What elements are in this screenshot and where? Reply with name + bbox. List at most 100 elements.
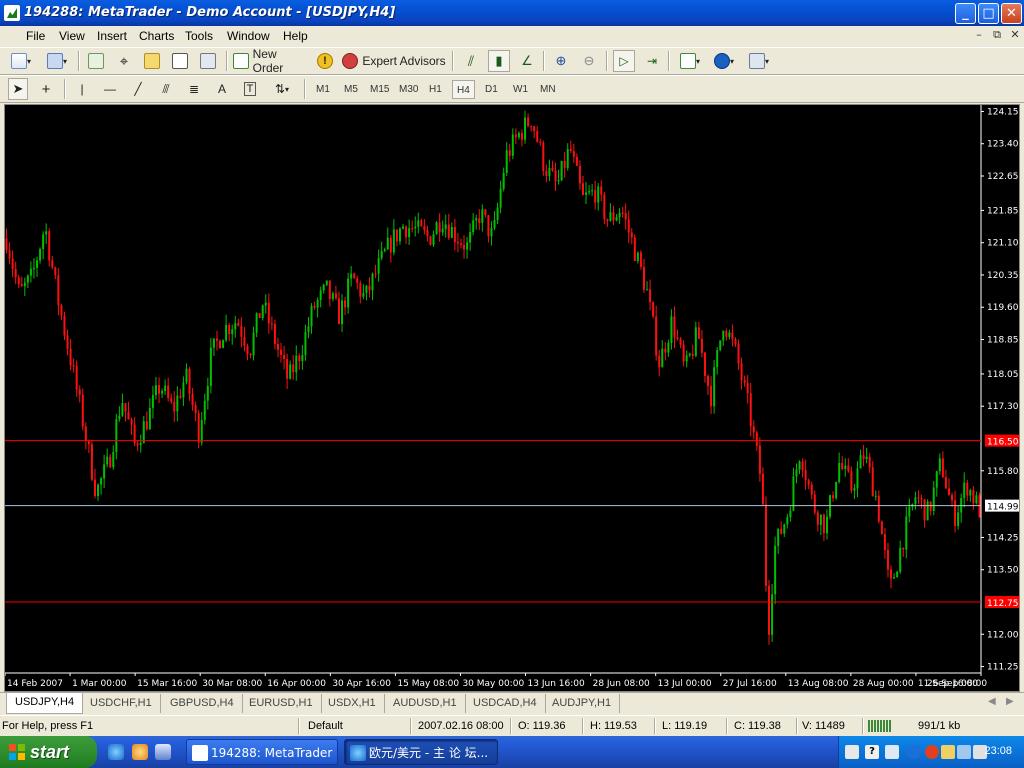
tab-eurusd-h1[interactable]: EURUSD,H1 (241, 694, 322, 713)
equidistant-channel-button[interactable]: ⫻ (156, 78, 176, 100)
bull-candle (490, 227, 493, 237)
menu-charts[interactable]: Charts (135, 28, 178, 44)
bull-candle (252, 332, 255, 356)
minimize-button[interactable]: _ (955, 3, 976, 24)
start-button[interactable]: start (0, 736, 97, 768)
bull-candle (42, 234, 45, 250)
tab-usdx-h1[interactable]: USDX,H1 (320, 694, 385, 713)
new-chart-button[interactable]: ▾ (6, 50, 36, 72)
expert-advisors-button[interactable]: Expert Advisors (342, 50, 446, 72)
timeframe-h1[interactable]: H1 (425, 80, 446, 99)
expand-tray-icon[interactable] (907, 745, 921, 759)
desktop-quicklaunch-icon[interactable] (155, 744, 171, 760)
zoom-in-button[interactable]: ⊕ (550, 50, 572, 72)
bar-chart-button[interactable]: ⫽ (460, 50, 482, 72)
candlestick-button[interactable]: ▮ (488, 50, 510, 72)
volume-tray-icon[interactable] (957, 745, 971, 759)
periods-button[interactable]: ▾ (710, 50, 738, 72)
menu-file[interactable]: File (22, 28, 49, 44)
messenger-tray-icon[interactable] (941, 745, 955, 759)
arrows-button[interactable]: ⇅ ▾ (268, 78, 296, 100)
bear-candle (124, 403, 127, 412)
crosshair-tool-button[interactable]: + (36, 78, 56, 100)
timeframe-m30[interactable]: M30 (395, 80, 422, 99)
qq-tray-icon[interactable] (925, 745, 939, 759)
maximize-button[interactable]: □ (978, 3, 999, 24)
chart-canvas[interactable]: 116.50 112.75 114.99 124.15 123.40 122.65 121.… (5, 105, 1021, 693)
cursor-tool-button[interactable]: ➤ (8, 78, 28, 100)
timeframe-w1[interactable]: W1 (509, 80, 532, 99)
menu-window[interactable]: Window (223, 28, 274, 44)
text-tool-button[interactable]: A (212, 78, 232, 100)
tab-usdjpy-h4[interactable]: USDJPY,H4 (6, 693, 84, 714)
bear-candle (691, 353, 694, 356)
timeframe-m5[interactable]: M5 (340, 80, 362, 99)
bear-candle (652, 302, 655, 317)
bull-candle (798, 461, 801, 470)
tab-audusd-h1[interactable]: AUDUSD,H1 (385, 694, 466, 713)
keyboard-tray-icon[interactable] (845, 745, 859, 759)
menu-view[interactable]: View (55, 28, 89, 44)
profiles-button[interactable]: ▾ (42, 50, 72, 72)
tab-scroll-right-icon[interactable]: ▶ (1006, 696, 1014, 707)
bull-candle (301, 354, 304, 362)
bear-candle (145, 421, 148, 430)
bear-candle (188, 368, 191, 394)
bear-candle (273, 323, 276, 344)
tab-audjpy-h1[interactable]: AUDJPY,H1 (544, 694, 621, 713)
zoom-in-icon: ⊕ (555, 53, 567, 68)
bull-candle (908, 506, 911, 517)
close-button[interactable]: ✕ (1001, 3, 1022, 24)
mdi-restore-button[interactable]: ⧉ (990, 28, 1004, 42)
mdi-close-button[interactable]: ✕ (1008, 28, 1022, 42)
tab-usdchf-h1[interactable]: USDCHF,H1 (82, 694, 161, 713)
data-window-button[interactable]: ⌖ (114, 50, 134, 72)
strategy-tester-button[interactable] (198, 50, 218, 72)
timeframe-mn[interactable]: MN (536, 80, 560, 99)
menu-tools[interactable]: Tools (181, 28, 217, 44)
horizontal-line-button[interactable]: — (100, 78, 120, 100)
bear-candle (334, 293, 337, 299)
navigator-button[interactable] (142, 50, 162, 72)
terminal-button[interactable] (170, 50, 190, 72)
bull-candle (591, 190, 594, 192)
timeframe-h4[interactable]: H4 (452, 80, 475, 99)
mdi-minimize-button[interactable]: – (972, 28, 986, 42)
menu-help[interactable]: Help (279, 28, 312, 44)
task-metatrader[interactable]: 194288: MetaTrader ... (186, 739, 338, 765)
status-separator (726, 718, 728, 734)
fibonacci-button[interactable]: ≣ (184, 78, 204, 100)
tab-gbpusd-h4[interactable]: GBPUSD,H4 (162, 694, 243, 713)
toolbar-separator (668, 51, 670, 71)
timeframe-m15[interactable]: M15 (366, 80, 393, 99)
help-tray-icon[interactable]: ? (865, 745, 879, 759)
templates-button[interactable]: ▾ (744, 50, 774, 72)
task-browser[interactable]: 欧元/美元 - 主 论 坛... (344, 739, 498, 765)
new-order-button[interactable]: New Order (233, 47, 309, 75)
ie-quicklaunch-icon[interactable] (108, 744, 124, 760)
price-chart[interactable]: 116.50 112.75 114.99 124.15 123.40 122.65 121.… (4, 104, 1020, 692)
outlook-quicklaunch-icon[interactable] (132, 744, 148, 760)
y-tick-label: 118.85 (987, 336, 1019, 346)
network-tray-icon[interactable] (885, 745, 899, 759)
bear-candle (707, 375, 710, 386)
auto-scroll-button[interactable]: ▷ (613, 50, 635, 72)
chart-shift-button[interactable]: ⇥ (641, 50, 663, 72)
text-label-button[interactable]: T (240, 78, 260, 100)
bull-candle (151, 395, 154, 408)
indicators-button[interactable]: ▾ (676, 50, 704, 72)
zoom-out-button[interactable]: ⊖ (578, 50, 600, 72)
tab-usdcad-h4[interactable]: USDCAD,H4 (465, 694, 546, 713)
bull-candle (45, 231, 48, 235)
line-chart-button[interactable]: ∠ (516, 50, 538, 72)
market-watch-button[interactable] (86, 50, 106, 72)
menu-insert[interactable]: Insert (93, 28, 131, 44)
tab-scroll-left-icon[interactable]: ◀ (988, 696, 996, 707)
bear-candle (972, 490, 975, 504)
alert-button[interactable]: ! (315, 50, 335, 72)
trendline-button[interactable]: ╱ (128, 78, 148, 100)
timeframe-d1[interactable]: D1 (481, 80, 502, 99)
timeframe-m1[interactable]: M1 (312, 80, 334, 99)
bear-candle (197, 413, 200, 443)
vertical-line-button[interactable]: | (72, 78, 92, 100)
